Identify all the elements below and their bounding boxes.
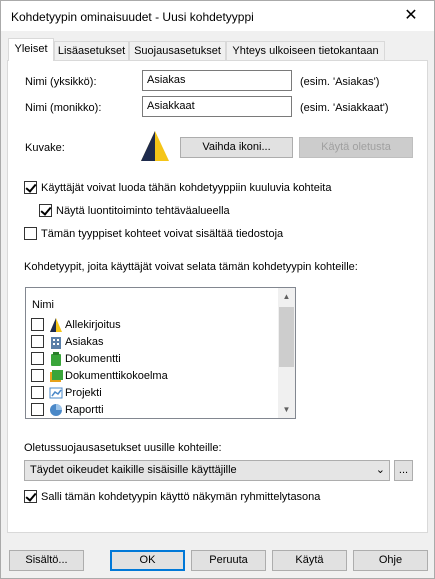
list-item-checkbox[interactable] (31, 335, 44, 348)
list-item-label: Projekti (65, 387, 102, 399)
name-plural-input[interactable]: Asiakkaat (142, 96, 292, 117)
list-item-checkbox[interactable] (31, 318, 44, 331)
allow-grouping-checkbox[interactable] (24, 490, 37, 503)
report-icon (50, 404, 62, 416)
list-item-label: Raportti (65, 404, 104, 416)
object-type-list[interactable]: Nimi Allekirjoitus Asiakas Dokumentti Do… (25, 287, 296, 419)
name-singular-hint: (esim. 'Asiakas') (300, 76, 380, 88)
list-item[interactable]: Dokumenttikokoelma (30, 367, 280, 384)
list-item-label: Allekirjoitus (65, 319, 121, 331)
browse-types-label: Kohdetyypit, joita käyttäjät voivat sela… (24, 261, 358, 273)
tab-external-db[interactable]: Yhteys ulkoiseen tietokantaan (226, 41, 385, 60)
close-button[interactable]: ✕ (388, 1, 434, 31)
document-collection-icon (50, 370, 63, 382)
building-icon (51, 337, 61, 349)
tab-general[interactable]: Yleiset (8, 38, 54, 61)
scroll-up-icon[interactable]: ▲ (278, 288, 295, 305)
tab-security[interactable]: Suojausasetukset (129, 41, 226, 60)
list-item-checkbox[interactable] (31, 352, 44, 365)
list-item-label: Dokumentti (65, 353, 121, 365)
list-item-checkbox[interactable] (31, 386, 44, 399)
security-label: Oletussuojausasetukset uusille kohteille… (24, 442, 222, 454)
scroll-down-icon[interactable]: ▼ (278, 401, 295, 418)
chevron-down-icon: ⌄ (375, 464, 385, 476)
list-item[interactable]: Projekti (30, 384, 280, 401)
allow-grouping-label: Salli tämän kohdetyypin käyttö näkymän r… (41, 491, 321, 503)
list-header-name: Nimi (32, 299, 54, 311)
show-create-command-checkbox[interactable] (39, 204, 52, 217)
name-plural-hint: (esim. 'Asiakkaat') (300, 102, 389, 114)
contents-button[interactable]: Sisältö... (9, 550, 84, 571)
object-type-icon (141, 131, 169, 161)
dialog-window: Kohdetyypin ominaisuudet - Uusi kohdetyy… (0, 0, 435, 579)
users-can-create-label: Käyttäjät voivat luoda tähän kohdetyyppi… (41, 182, 332, 194)
users-can-create-checkbox[interactable] (24, 181, 37, 194)
ok-button[interactable]: OK (110, 550, 185, 571)
security-select-value: Täydet oikeudet kaikille sisäisille käyt… (30, 464, 237, 476)
name-plural-label: Nimi (monikko): (25, 102, 102, 114)
apply-button[interactable]: Käytä (272, 550, 347, 571)
list-item[interactable]: Asiakas (30, 333, 280, 350)
list-item[interactable]: Raportti (30, 401, 280, 418)
tab-advanced[interactable]: Lisäasetukset (54, 41, 129, 60)
security-select[interactable]: Täydet oikeudet kaikille sisäisille käyt… (24, 460, 390, 481)
cancel-button[interactable]: Peruuta (191, 550, 266, 571)
list-item-label: Asiakas (65, 336, 104, 348)
icon-label: Kuvake: (25, 142, 65, 154)
show-create-command-label: Näytä luontitoiminto tehtäväalueella (56, 205, 230, 217)
list-item-checkbox[interactable] (31, 403, 44, 416)
name-singular-input[interactable]: Asiakas (142, 70, 292, 91)
list-item[interactable]: Dokumentti (30, 350, 280, 367)
window-title: Kohdetyypin ominaisuudet - Uusi kohdetyy… (11, 10, 254, 24)
project-icon (49, 387, 63, 399)
help-button[interactable]: Ohje (353, 550, 428, 571)
signature-icon (50, 318, 62, 332)
list-item[interactable]: Allekirjoitus (30, 316, 280, 333)
change-icon-button[interactable]: Vaihda ikoni... (180, 137, 293, 158)
list-item-label: Dokumenttikokoelma (65, 370, 168, 382)
list-scrollbar[interactable]: ▲ ▼ (278, 288, 295, 418)
list-item-checkbox[interactable] (31, 369, 44, 382)
use-default-button[interactable]: Käytä oletusta (299, 137, 413, 158)
name-singular-label: Nimi (yksikkö): (25, 76, 97, 88)
can-contain-files-checkbox[interactable] (24, 227, 37, 240)
scroll-thumb[interactable] (279, 307, 294, 367)
security-more-button[interactable]: ... (394, 460, 413, 481)
can-contain-files-label: Tämän tyyppiset kohteet voivat sisältää … (41, 228, 284, 240)
title-bar: Kohdetyypin ominaisuudet - Uusi kohdetyy… (1, 1, 434, 31)
document-icon (51, 352, 61, 366)
